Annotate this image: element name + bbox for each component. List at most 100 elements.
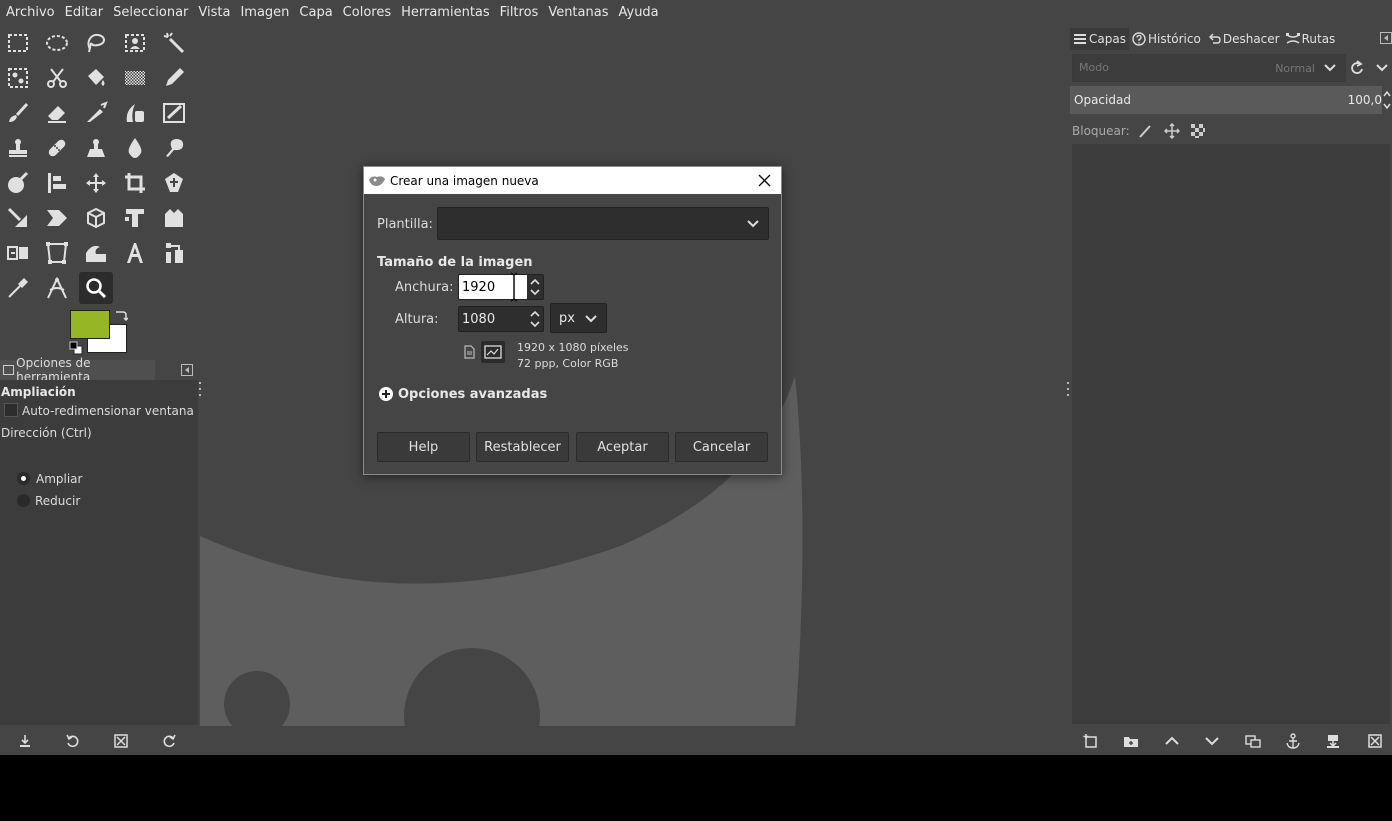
scissors-select-tool[interactable] [40, 62, 74, 94]
zoom-out-radio[interactable] [17, 494, 30, 507]
auto-resize-checkbox[interactable] [4, 403, 18, 417]
foreground-select-tool[interactable] [118, 27, 152, 59]
free-select-tool[interactable] [79, 27, 113, 59]
perspective-tool[interactable] [40, 237, 74, 269]
layer-mode-combo[interactable]: Modo Normal [1072, 54, 1346, 82]
anchor-layer-icon[interactable] [1285, 733, 1301, 749]
menu-capa[interactable]: Capa [295, 0, 336, 26]
airbrush-tool[interactable] [79, 97, 113, 129]
height-spin-arrows[interactable] [527, 307, 543, 331]
color-picker-tool[interactable] [1, 272, 35, 304]
mypaint-brush-tool[interactable] [157, 97, 191, 129]
blur-tool[interactable] [118, 132, 152, 164]
height-input[interactable] [459, 307, 525, 331]
ellipse-select-tool[interactable] [40, 27, 74, 59]
menu-editar[interactable]: Editar [61, 0, 108, 26]
smudge-tool[interactable] [157, 132, 191, 164]
opacity-spin-arrows[interactable] [1382, 86, 1392, 114]
swap-colors-icon[interactable] [114, 308, 128, 322]
menu-seleccionar[interactable]: Seleccionar [109, 0, 192, 26]
gradient-tool[interactable] [118, 62, 152, 94]
portrait-orientation-icon[interactable] [461, 344, 477, 360]
zoom-in-radio[interactable] [17, 472, 30, 485]
menu-archivo[interactable]: Archivo [2, 0, 59, 26]
unified-transform-tool[interactable] [157, 167, 191, 199]
flip-tool[interactable] [1, 237, 35, 269]
tab-capas[interactable]: Capas [1070, 28, 1129, 50]
3d-transform-tool[interactable] [79, 202, 113, 234]
clone-tool[interactable] [1, 132, 35, 164]
move-tool[interactable] [79, 167, 113, 199]
warp-transform-tool[interactable] [1, 202, 35, 234]
cage-transform-tool[interactable] [157, 202, 191, 234]
new-layer-icon[interactable] [1083, 733, 1099, 749]
foreground-color-swatch[interactable] [70, 310, 110, 339]
width-spinner[interactable] [458, 274, 544, 300]
zoom-tool[interactable] [79, 272, 113, 304]
rect-select-tool[interactable] [1, 27, 35, 59]
tab-tool-options[interactable]: Opciones de herramienta [0, 356, 155, 384]
dialog-titlebar[interactable]: Crear una imagen nueva [364, 167, 781, 194]
lock-pixels-icon[interactable] [1138, 123, 1154, 139]
close-icon[interactable] [756, 172, 773, 189]
template-select[interactable] [437, 207, 769, 240]
configure-tab-icon[interactable] [181, 364, 193, 376]
seamless-clone-tool[interactable] [79, 237, 113, 269]
layers-list[interactable] [1072, 144, 1390, 724]
configure-tab-icon[interactable] [1380, 32, 1392, 44]
crop-tool[interactable] [118, 167, 152, 199]
opacity-slider[interactable]: Opacidad 100,0 [1070, 86, 1382, 114]
mode-switch-icon[interactable] [1350, 56, 1390, 80]
unit-select[interactable]: px [550, 303, 607, 333]
landscape-orientation-button[interactable] [481, 341, 505, 363]
heal-tool[interactable] [40, 132, 74, 164]
lower-layer-icon[interactable] [1204, 733, 1220, 749]
select-by-color-tool[interactable] [1, 62, 35, 94]
height-spinner[interactable] [458, 306, 544, 332]
menu-ayuda[interactable]: Ayuda [614, 0, 662, 26]
ok-button[interactable]: Aceptar [576, 432, 669, 462]
gegl-operation-tool[interactable] [157, 237, 191, 269]
reset-options-icon[interactable] [161, 733, 177, 749]
menu-colores[interactable]: Colores [339, 0, 395, 26]
align-tool[interactable] [40, 167, 74, 199]
perspective-clone-tool[interactable] [79, 132, 113, 164]
paintbrush-tool[interactable] [1, 97, 35, 129]
text-tool[interactable] [118, 237, 152, 269]
measure-tool[interactable] [40, 272, 74, 304]
menu-ventanas[interactable]: Ventanas [544, 0, 612, 26]
merge-down-icon[interactable] [1325, 733, 1341, 749]
ink-tool[interactable] [118, 97, 152, 129]
menu-vista[interactable]: Vista [194, 0, 234, 26]
save-options-icon[interactable] [17, 733, 33, 749]
delete-options-icon[interactable] [113, 733, 129, 749]
advanced-options-label[interactable]: Opciones avanzadas [398, 387, 547, 402]
width-spin-arrows[interactable] [527, 275, 543, 299]
tab-deshacer[interactable]: Deshacer [1204, 28, 1283, 50]
lock-alpha-icon[interactable] [1190, 123, 1206, 139]
help-button[interactable]: Help [377, 432, 470, 462]
shear-tool[interactable] [40, 202, 74, 234]
handle-transform-tool[interactable] [118, 202, 152, 234]
dodge-burn-tool[interactable] [1, 167, 35, 199]
menu-imagen[interactable]: Imagen [236, 0, 293, 26]
restore-options-icon[interactable] [65, 733, 81, 749]
menu-herramientas[interactable]: Herramientas [397, 0, 494, 26]
eraser-tool[interactable] [40, 97, 74, 129]
reset-button[interactable]: Restablecer [476, 432, 569, 462]
cancel-button[interactable]: Cancelar [675, 432, 768, 462]
reset-colors-icon[interactable] [69, 341, 83, 355]
tab-rutas[interactable]: Rutas [1283, 28, 1339, 50]
left-dock-resize-grip[interactable] [198, 380, 202, 400]
duplicate-layer-icon[interactable] [1245, 733, 1261, 749]
pencil-tool[interactable] [157, 62, 191, 94]
new-layer-group-icon[interactable] [1123, 733, 1139, 749]
fuzzy-select-tool[interactable] [157, 27, 191, 59]
tab-historico[interactable]: Histórico [1129, 28, 1204, 50]
expand-plus-icon[interactable] [378, 386, 394, 402]
lock-position-icon[interactable] [1163, 123, 1180, 139]
menu-filtros[interactable]: Filtros [496, 0, 543, 26]
bucket-fill-tool[interactable] [79, 62, 113, 94]
raise-layer-icon[interactable] [1164, 733, 1180, 749]
delete-layer-icon[interactable] [1367, 733, 1383, 749]
